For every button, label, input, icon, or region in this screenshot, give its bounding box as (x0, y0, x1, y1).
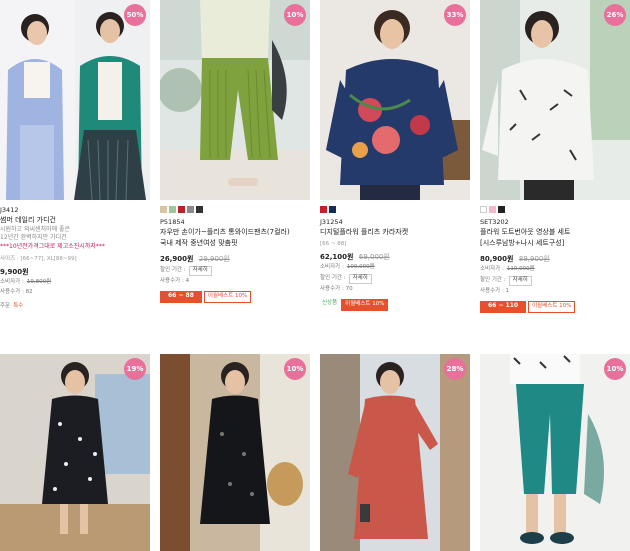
consumer-price-label: 소비자가 : (0, 278, 24, 285)
stock-label: 주문 (0, 302, 11, 309)
sale-price: 9,900원 (0, 267, 29, 276)
tag-row: 66 ~ 88 이월베스트 10% (160, 290, 310, 303)
size-tag: 66 ~ 110 (480, 300, 527, 313)
discount-period-row: 할인 기간 : 자세히 (320, 273, 470, 284)
consumer-price: 19,800원 (26, 278, 52, 285)
stock-row: 주문 특수 (0, 303, 150, 311)
color-swatches[interactable] (160, 206, 310, 214)
original-price: 69,000원 (358, 252, 390, 261)
product-name[interactable]: 플라워 도트번아웃 영상블 세트 (480, 227, 630, 237)
color-swatches[interactable] (480, 206, 630, 214)
color-swatch[interactable] (178, 206, 185, 213)
period-label: 할인 기간 : (160, 266, 186, 273)
product-card[interactable]: 33% J31254 디지털플라워 플리츠 카라자켓 [66 ~ 88] 62,… (320, 0, 470, 311)
period-detail-button[interactable]: 자세히 (508, 275, 532, 286)
period-detail-button[interactable]: 자세히 (348, 273, 372, 284)
discount-badge: 10% (284, 4, 306, 26)
product-card[interactable]: 10% (160, 354, 310, 551)
product-image[interactable]: 19% (0, 354, 150, 551)
original-price: 89,900원 (518, 254, 550, 263)
tag-row: 66 ~ 110 이월베스트 10% (480, 300, 630, 313)
event-tag: 이월베스트 10% (528, 300, 576, 313)
size-info: 사이즈 : [66~77], XL[88~99] (0, 255, 77, 262)
product-image[interactable]: 28% (320, 354, 470, 551)
color-swatch[interactable] (169, 206, 176, 213)
product-image[interactable]: 50% (0, 0, 150, 200)
period-detail-button[interactable]: 자세히 (188, 265, 212, 276)
product-name[interactable]: 썸머 데일리 가디건 (0, 215, 150, 225)
consumer-price-label: 소비자가 : (320, 263, 344, 270)
size-info: [66 ~ 88] (320, 240, 347, 247)
color-swatch[interactable] (320, 206, 327, 213)
price-row: 26,900원 29,900원 (160, 254, 310, 264)
discount-badge: 33% (444, 4, 466, 26)
discount-period-row: 할인 기간 : 자세히 (480, 275, 630, 286)
size-tag: 66 ~ 88 (160, 290, 202, 303)
product-image[interactable]: 10% (160, 0, 310, 200)
sale-price: 80,900원 (480, 254, 514, 263)
discount-badge: 26% (604, 4, 626, 26)
discount-badge: 28% (444, 358, 466, 380)
price-row: 80,900원 89,900원 (480, 254, 630, 264)
product-code: P51854 (160, 218, 185, 226)
color-swatch[interactable] (187, 206, 194, 213)
period-label: 할인 기간 : (480, 276, 506, 283)
color-swatch[interactable] (160, 206, 167, 213)
consumer-price-row: 소비자가 : 19,800원 (0, 279, 150, 287)
product-desc: 12년간 완벽하지만 가디건 (0, 234, 67, 242)
buy-count: 사용수가 : 82 (0, 288, 33, 295)
product-code: J31254 (320, 218, 343, 226)
product-name[interactable]: 자우만 손이가~플리츠 통와이드팬츠(7컬러) (160, 227, 310, 237)
consumer-price: 100,000원 (346, 263, 375, 270)
discount-badge: 19% (124, 358, 146, 380)
new-tag: 신상품 (322, 299, 338, 306)
color-swatch[interactable] (196, 206, 203, 213)
discount-badge: 50% (124, 4, 146, 26)
consumer-price-row: 소비자가 : 100,000원 (320, 264, 470, 272)
product-image[interactable]: 10% (160, 354, 310, 551)
product-image[interactable]: 33% (320, 0, 470, 200)
period-label: 할인 기간 : (320, 274, 346, 281)
consumer-price-row: 소비자가 : 110,000원 (480, 266, 630, 274)
color-swatch[interactable] (480, 206, 487, 213)
discount-period-row: 할인 기간 : 자세히 (160, 265, 310, 276)
product-card[interactable]: 26% SET3202 플라워 도트번아웃 영상블 세트 [시스루남방+나시 세… (480, 0, 630, 313)
product-code: J3412 (0, 206, 19, 214)
tag-row: 신상품 이월베스트 10% (320, 298, 470, 311)
product-subname: 국내 제작 중년여성 맞춤핏 (160, 238, 238, 247)
buy-count: 사용수가 : 70 (320, 285, 353, 292)
product-image[interactable]: 10% (480, 354, 630, 551)
product-card[interactable]: 50% J3412 썸머 데일리 가디건 시원하고 외씨센처마에 좋은 12년간… (0, 0, 150, 311)
original-price: 29,900원 (198, 254, 230, 263)
promo-text: ***10년전가격그대로 제고소진시까지*** (0, 242, 105, 250)
buy-count: 사용수가 : 1 (480, 287, 510, 294)
consumer-price-label: 소비자가 : (480, 265, 504, 272)
sale-price: 26,900원 (160, 254, 194, 263)
product-card[interactable]: 19% (0, 354, 150, 551)
event-tag: 이월베스트 10% (203, 290, 252, 303)
color-swatch[interactable] (329, 206, 336, 213)
discount-badge: 10% (284, 358, 306, 380)
sale-price: 62,100원 (320, 252, 354, 261)
price-row: 62,100원 69,000원 (320, 252, 470, 262)
product-card[interactable]: 10% P51854 자우만 손이가~플리츠 통와이드팬츠(7컬러) 국내 제작… (160, 0, 310, 303)
discount-badge: 10% (604, 358, 626, 380)
color-swatch[interactable] (498, 206, 505, 213)
product-card[interactable]: 10% (480, 354, 630, 551)
event-tag: 이월베스트 10% (341, 298, 389, 311)
color-swatches[interactable] (320, 206, 470, 214)
stock-value: 특수 (13, 302, 24, 309)
product-desc: 시원하고 외씨센처마에 좋은 (0, 225, 71, 233)
product-name[interactable]: 디지털플라워 플리츠 카라자켓 (320, 227, 470, 237)
buy-count: 사용수가 : 4 (160, 277, 190, 284)
product-image[interactable]: 26% (480, 0, 630, 200)
consumer-price: 110,000원 (506, 265, 535, 272)
product-card[interactable]: 28% (320, 354, 470, 551)
color-swatch[interactable] (489, 206, 496, 213)
product-subname: [시스루남방+나시 세트구성] (480, 238, 565, 247)
product-code: SET3202 (480, 218, 509, 226)
